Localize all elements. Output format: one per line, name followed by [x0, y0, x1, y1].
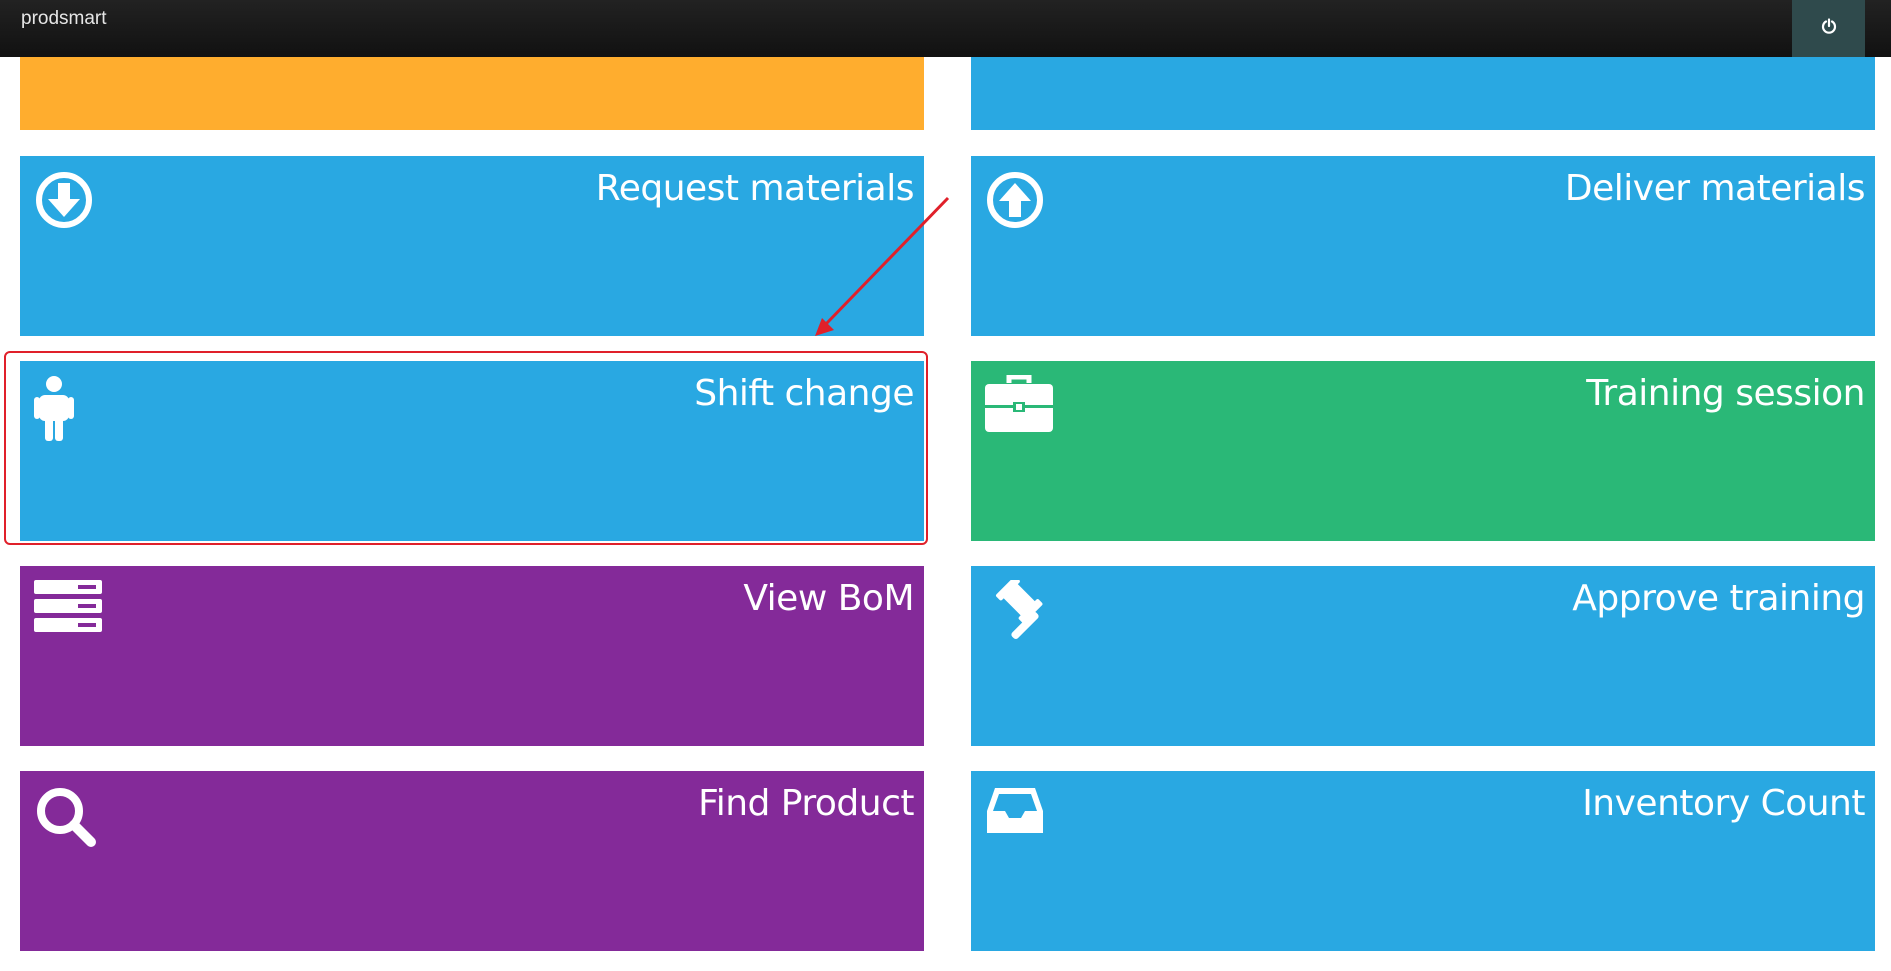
brand-logo[interactable]: prodsmart — [21, 8, 107, 30]
tile-request-materials[interactable]: Request materials — [20, 156, 924, 336]
tile-label: Request materials — [595, 168, 915, 209]
person-icon — [34, 375, 104, 445]
tile-approve-training[interactable]: Approve training — [971, 566, 1875, 746]
tile-deliver-materials[interactable]: Deliver materials — [971, 156, 1875, 336]
tile-label: Shift change — [694, 373, 914, 414]
top-navbar: prodsmart — [0, 0, 1891, 57]
tile-label: Find Product — [698, 783, 914, 824]
arrow-circle-down-icon — [34, 170, 104, 240]
tile-label: Training session — [1586, 373, 1865, 414]
tile-inventory-count[interactable]: Inventory Count — [971, 771, 1875, 951]
search-icon — [34, 785, 104, 855]
tile-label: Approve training — [1572, 578, 1865, 619]
tile-find-product[interactable]: Find Product — [20, 771, 924, 951]
tile-training-session[interactable]: Training session — [971, 361, 1875, 541]
power-icon — [1821, 18, 1837, 39]
gavel-icon — [985, 580, 1055, 650]
tile-shift-change[interactable]: Shift change — [20, 361, 924, 541]
inbox-icon — [985, 785, 1055, 855]
server-stack-icon — [34, 580, 104, 650]
tile-label: View BoM — [743, 578, 914, 619]
arrow-circle-up-icon — [985, 170, 1055, 240]
tile-label: Deliver materials — [1564, 168, 1866, 209]
briefcase-icon — [985, 375, 1055, 445]
tile-label: Inventory Count — [1582, 783, 1865, 824]
logout-button[interactable] — [1792, 0, 1865, 57]
tile-view-bom[interactable]: View BoM — [20, 566, 924, 746]
